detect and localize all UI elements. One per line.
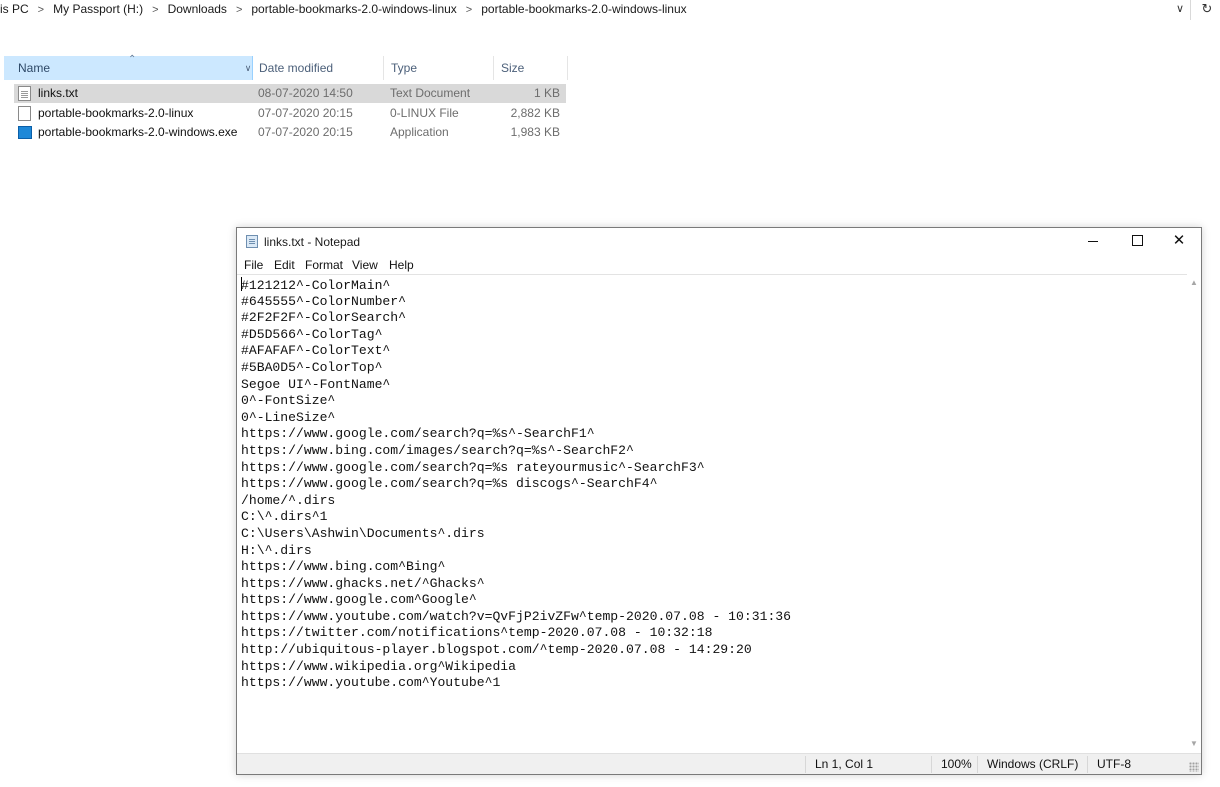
file-row[interactable]: portable-bookmarks-2.0-linux 07-07-2020 …	[14, 104, 566, 123]
menu-view[interactable]: View	[352, 256, 378, 274]
application-icon	[18, 126, 32, 139]
divider	[1190, 0, 1191, 20]
text-line: https://www.ghacks.net/^Ghacks^	[241, 575, 485, 591]
vertical-scrollbar[interactable]: ▲ ▼	[1187, 274, 1201, 753]
text-line-content: #121212^-ColorMain^	[241, 278, 391, 293]
file-name: portable-bookmarks-2.0-linux	[38, 106, 194, 120]
text-line: #5BA0D5^-ColorTop^	[241, 359, 383, 375]
status-bar: Ln 1, Col 1 100% Windows (CRLF) UTF-8	[237, 753, 1201, 774]
breadcrumb-downloads[interactable]: Downloads	[168, 2, 227, 16]
zoom-level: 100%	[941, 757, 972, 771]
file-size: 2,882 KB	[510, 106, 560, 120]
breadcrumb-my-passport[interactable]: My Passport (H:)	[53, 2, 143, 16]
column-header-name[interactable]: Name ⌃ ∨	[4, 54, 253, 80]
file-size: 1,983 KB	[510, 125, 560, 139]
file-row[interactable]: links.txt 08-07-2020 14:50 Text Document…	[14, 84, 566, 103]
text-line: https://www.wikipedia.org^Wikipedia	[241, 658, 517, 674]
notepad-icon	[246, 235, 258, 248]
address-bar[interactable]: is PC > My Passport (H:) > Downloads > portabl…	[0, 0, 1220, 22]
scroll-down-icon[interactable]: ▼	[1187, 737, 1201, 751]
text-line: 0^-FontSize^	[241, 393, 336, 409]
minimize-icon	[1088, 241, 1098, 243]
text-line: https://www.bing.com/images/search?q=%s^…	[241, 442, 634, 458]
column-header-size[interactable]: Size	[495, 56, 568, 80]
file-date: 07-07-2020 20:15	[258, 125, 353, 139]
file-name: portable-bookmarks-2.0-windows.exe	[38, 125, 238, 139]
text-line: Segoe UI^-FontName^	[241, 376, 391, 392]
status-divider	[977, 756, 978, 773]
text-line: #D5D566^-ColorTag^	[241, 326, 383, 342]
maximize-button[interactable]	[1115, 228, 1159, 256]
file-row[interactable]: portable-bookmarks-2.0-windows.exe 07-07…	[14, 123, 566, 142]
breadcrumb-separator-icon[interactable]: >	[152, 4, 158, 16]
file-type: Text Document	[390, 86, 471, 100]
text-line: /home/^.dirs	[241, 492, 336, 508]
text-line: C:\Users\Ashwin\Documents^.dirs	[241, 525, 485, 541]
close-button[interactable]: ✕	[1157, 228, 1201, 256]
minimize-button[interactable]	[1071, 228, 1115, 256]
column-header-date[interactable]: Date modified	[253, 56, 384, 80]
text-file-icon	[18, 86, 31, 101]
sort-ascending-icon: ⌃	[128, 54, 137, 65]
text-line: https://www.google.com/search?q=%s^-Sear…	[241, 426, 595, 442]
file-date: 08-07-2020 14:50	[258, 86, 353, 100]
text-line: https://www.youtube.com/watch?v=QvFjP2iv…	[241, 608, 792, 624]
menu-help[interactable]: Help	[389, 256, 414, 274]
file-list-header: Name ⌃ ∨ Date modified Type Size	[0, 54, 570, 80]
breadcrumb-this-pc[interactable]: is PC	[0, 2, 29, 16]
text-line: H:\^.dirs	[241, 542, 312, 558]
text-line: https://twitter.com/notifications^temp-2…	[241, 625, 713, 641]
text-line: C:\^.dirs^1	[241, 509, 328, 525]
line-ending: Windows (CRLF)	[987, 757, 1079, 771]
breadcrumb: is PC > My Passport (H:) > Downloads > portabl…	[0, 2, 687, 18]
refresh-icon[interactable]: ↻	[1199, 0, 1215, 20]
breadcrumb-separator-icon[interactable]: >	[236, 4, 242, 16]
text-line: #AFAFAF^-ColorText^	[241, 343, 391, 359]
text-editor-area[interactable]: #121212^-ColorMain^ #645555^-ColorNumber…	[237, 274, 1187, 753]
menu-format[interactable]: Format	[305, 256, 343, 274]
text-line: #121212^-ColorMain^	[241, 277, 1187, 294]
text-line: https://www.youtube.com^Youtube^1	[241, 675, 501, 691]
window-title: links.txt - Notepad	[264, 235, 361, 249]
file-type: Application	[390, 125, 449, 139]
text-line: 0^-LineSize^	[241, 409, 336, 425]
notepad-window[interactable]: links.txt - Notepad ✕ File Edit Format V…	[236, 227, 1202, 775]
breadcrumb-folder[interactable]: portable-bookmarks-2.0-windows-linux	[251, 2, 456, 16]
file-name: links.txt	[38, 86, 79, 100]
text-line: https://www.bing.com^Bing^	[241, 559, 446, 575]
file-type: 0-LINUX File	[390, 106, 459, 120]
maximize-icon	[1131, 235, 1143, 247]
column-header-type[interactable]: Type	[385, 56, 494, 80]
menu-bar: File Edit Format View Help	[237, 256, 1201, 274]
menu-file[interactable]: File	[244, 256, 263, 274]
text-line: #2F2F2F^-ColorSearch^	[241, 310, 407, 326]
text-line: https://www.google.com^Google^	[241, 592, 477, 608]
text-line: https://www.google.com/search?q=%s disco…	[241, 476, 658, 492]
status-divider	[805, 756, 806, 773]
breadcrumb-separator-icon[interactable]: >	[466, 4, 472, 16]
file-date: 07-07-2020 20:15	[258, 106, 353, 120]
file-size: 1 KB	[533, 86, 560, 100]
file-icon	[18, 106, 31, 121]
notepad-title-bar[interactable]: links.txt - Notepad ✕	[237, 228, 1201, 256]
status-divider	[1087, 756, 1088, 773]
resize-grip-icon[interactable]	[1189, 762, 1199, 772]
menu-edit[interactable]: Edit	[274, 256, 295, 274]
cursor-position: Ln 1, Col 1	[815, 757, 874, 771]
close-icon: ✕	[1172, 232, 1186, 249]
scroll-up-icon[interactable]: ▲	[1187, 276, 1201, 290]
chevron-down-icon[interactable]: ∨	[1172, 0, 1188, 20]
encoding: UTF-8	[1097, 757, 1131, 771]
status-divider	[931, 756, 932, 773]
text-line: http://ubiquitous-player.blogspot.com/^t…	[241, 642, 752, 658]
breadcrumb-subfolder[interactable]: portable-bookmarks-2.0-windows-linux	[481, 2, 686, 16]
breadcrumb-separator-icon[interactable]: >	[38, 4, 44, 16]
column-header-name-label: Name	[18, 61, 51, 75]
text-line: https://www.google.com/search?q=%s ratey…	[241, 459, 705, 475]
text-line: #645555^-ColorNumber^	[241, 293, 407, 309]
